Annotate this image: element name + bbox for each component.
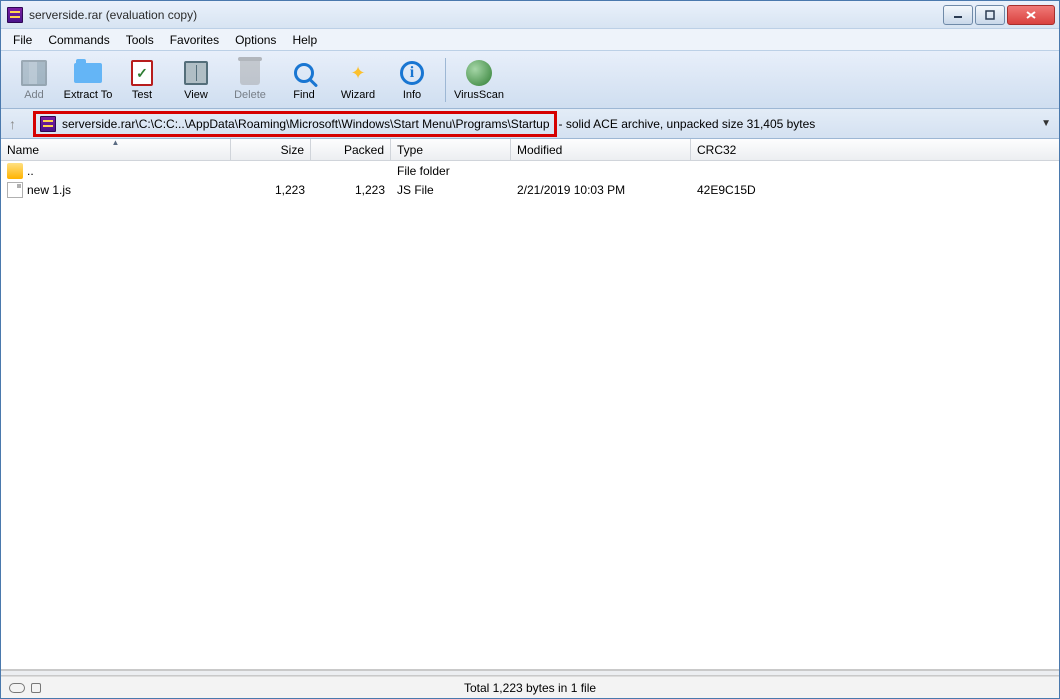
menu-favorites[interactable]: Favorites — [162, 31, 227, 49]
tool-info[interactable]: i Info — [386, 54, 438, 106]
clipboard-check-icon — [131, 60, 153, 86]
status-left — [9, 683, 41, 693]
tool-find-label: Find — [293, 89, 314, 101]
status-center: Total 1,223 bytes in 1 file — [464, 681, 596, 695]
menu-tools[interactable]: Tools — [118, 31, 162, 49]
col-type[interactable]: Type — [391, 139, 511, 160]
sort-indicator-icon: ▲ — [112, 139, 120, 147]
up-arrow-icon[interactable]: ↑ — [9, 116, 25, 132]
tool-virusscan-label: VirusScan — [454, 89, 504, 101]
app-icon — [7, 7, 23, 23]
lock-icon — [31, 683, 41, 693]
statusbar: Total 1,223 bytes in 1 file — [1, 676, 1059, 698]
tool-wizard-label: Wizard — [341, 89, 375, 101]
menu-options[interactable]: Options — [227, 31, 284, 49]
minimize-button[interactable] — [943, 5, 973, 25]
tool-delete[interactable]: Delete — [224, 54, 276, 106]
cell-file-type: JS File — [391, 180, 511, 199]
archive-info: - solid ACE archive, unpacked size 31,40… — [559, 117, 816, 131]
trash-icon — [240, 61, 260, 85]
dropdown-arrow-icon[interactable]: ▼ — [1041, 118, 1051, 129]
col-name[interactable]: Name ▲ — [1, 139, 231, 160]
list-header: Name ▲ Size Packed Type Modified CRC32 — [1, 139, 1059, 161]
wizard-icon — [346, 61, 370, 85]
col-modified[interactable]: Modified — [511, 139, 691, 160]
list-body: .. File folder new 1.js 1,223 1,223 JS F… — [1, 161, 1059, 670]
tool-test-label: Test — [132, 89, 152, 101]
row-file[interactable]: new 1.js 1,223 1,223 JS File 2/21/2019 1… — [1, 180, 1059, 199]
tool-info-label: Info — [403, 89, 421, 101]
tool-delete-label: Delete — [234, 89, 266, 101]
cell-file-crc32: 42E9C15D — [691, 180, 1059, 199]
titlebar: serverside.rar (evaluation copy) — [1, 1, 1059, 29]
tool-add[interactable]: Add — [8, 54, 60, 106]
menu-commands[interactable]: Commands — [40, 31, 117, 49]
menu-file[interactable]: File — [5, 31, 40, 49]
tool-test[interactable]: Test — [116, 54, 168, 106]
maximize-button[interactable] — [975, 5, 1005, 25]
tool-view[interactable]: View — [170, 54, 222, 106]
col-crc32[interactable]: CRC32 — [691, 139, 1059, 160]
window: serverside.rar (evaluation copy) File Co… — [0, 0, 1060, 699]
col-name-label: Name — [7, 143, 39, 157]
menu-help[interactable]: Help — [284, 31, 325, 49]
tool-extract-label: Extract To — [64, 89, 113, 101]
tool-view-label: View — [184, 89, 208, 101]
tool-add-label: Add — [24, 89, 44, 101]
col-packed[interactable]: Packed — [311, 139, 391, 160]
tool-find[interactable]: Find — [278, 54, 330, 106]
books-icon — [21, 60, 47, 86]
path-text[interactable]: serverside.rar\C:\C:C:..\AppData\Roaming… — [62, 117, 550, 131]
toolbar-separator — [445, 58, 446, 102]
magnifier-icon — [294, 63, 314, 83]
cell-file-size: 1,223 — [231, 180, 311, 199]
folder-up-icon — [7, 163, 23, 179]
toolbar: Add Extract To Test View Delete Find Wiz… — [1, 51, 1059, 109]
cell-file-packed: 1,223 — [311, 180, 391, 199]
pathbar: ↑ serverside.rar\C:\C:C:..\AppData\Roami… — [1, 109, 1059, 139]
window-controls — [941, 5, 1055, 25]
tool-wizard[interactable]: Wizard — [332, 54, 384, 106]
cell-file-modified: 2/21/2019 10:03 PM — [511, 180, 691, 199]
minimize-icon — [953, 10, 963, 20]
menubar: File Commands Tools Favorites Options He… — [1, 29, 1059, 51]
path-highlight-box: serverside.rar\C:\C:C:..\AppData\Roaming… — [33, 111, 557, 137]
cell-up-name: .. — [27, 164, 34, 178]
folder-icon — [74, 63, 102, 83]
tool-extract[interactable]: Extract To — [62, 54, 114, 106]
js-file-icon — [7, 182, 23, 198]
info-icon: i — [400, 61, 424, 85]
maximize-icon — [985, 10, 995, 20]
col-size[interactable]: Size — [231, 139, 311, 160]
close-button[interactable] — [1007, 5, 1055, 25]
cell-file-name: new 1.js — [27, 183, 71, 197]
tool-virusscan[interactable]: VirusScan — [453, 54, 505, 106]
cell-up-type: File folder — [391, 161, 511, 180]
book-icon — [184, 61, 208, 85]
virus-icon — [466, 60, 492, 86]
disk-icon — [9, 683, 25, 693]
row-up[interactable]: .. File folder — [1, 161, 1059, 180]
window-title: serverside.rar (evaluation copy) — [29, 8, 197, 22]
close-icon — [1025, 10, 1037, 20]
archive-icon — [40, 116, 56, 132]
